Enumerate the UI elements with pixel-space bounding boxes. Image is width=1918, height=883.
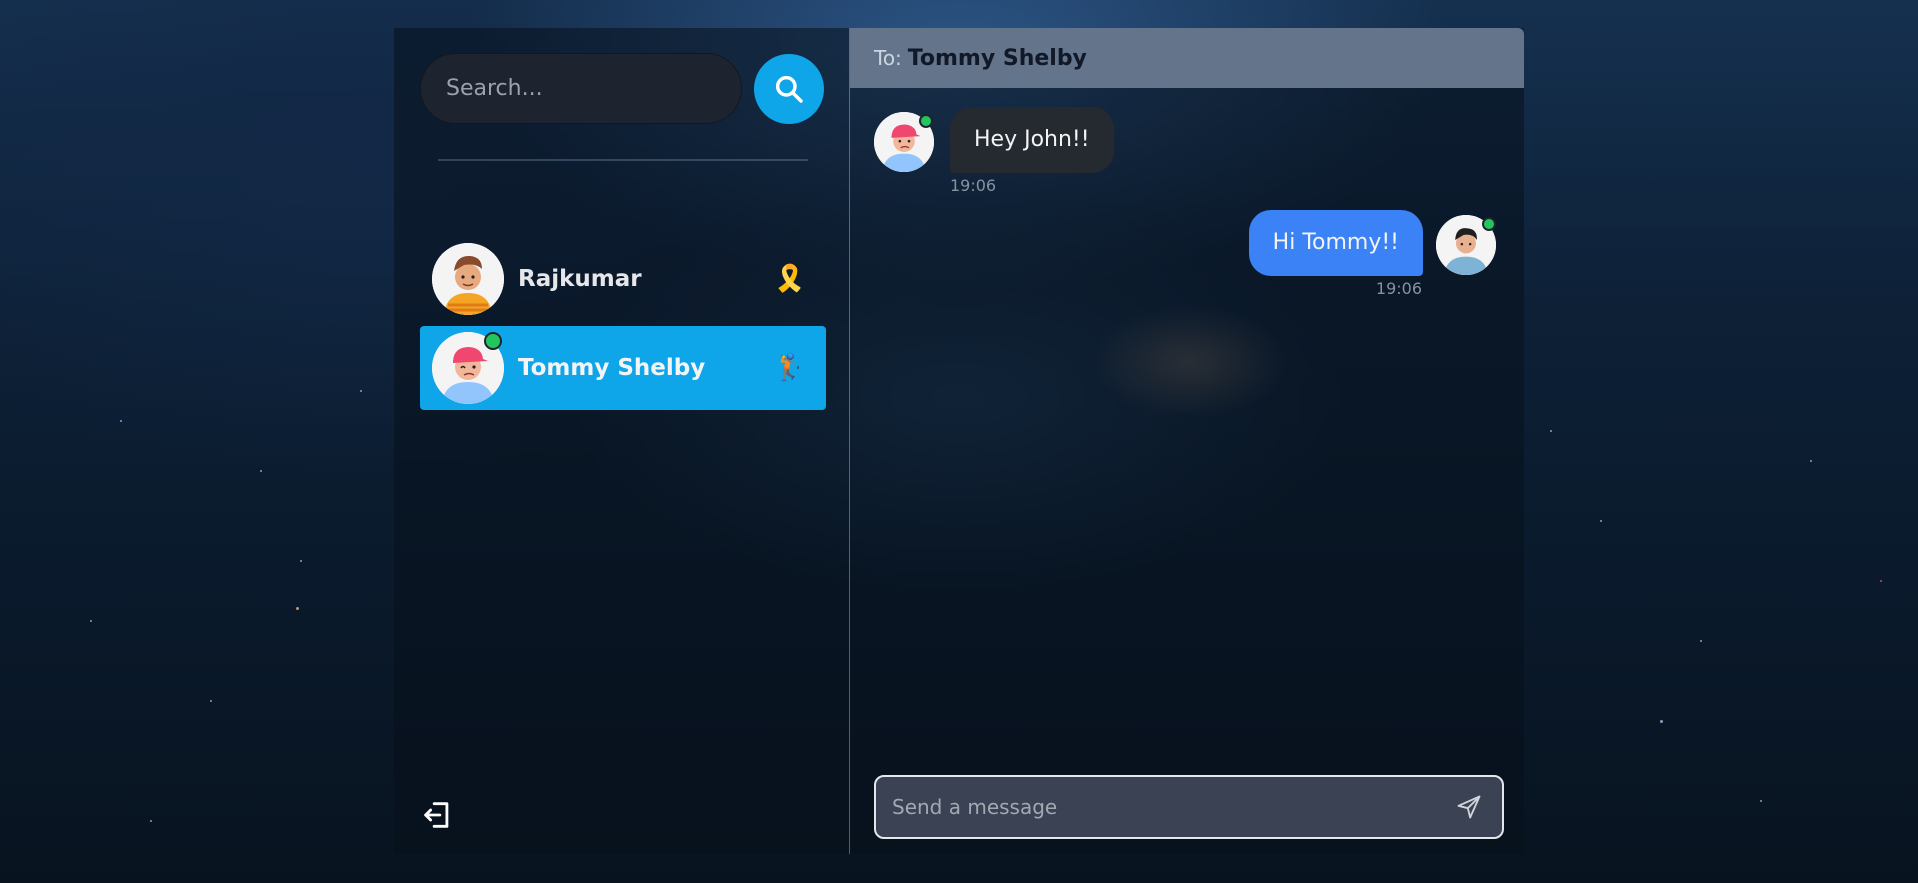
avatar <box>432 332 504 404</box>
message-composer <box>874 775 1504 839</box>
logout-button[interactable] <box>420 798 454 832</box>
contact-name: Rajkumar <box>518 266 642 292</box>
sidebar: Rajkumar 🎗️ Tommy Shelby 🏌️ <box>394 28 849 854</box>
chat-app: Rajkumar 🎗️ Tommy Shelby 🏌️ <box>394 28 1524 854</box>
avatar <box>432 243 504 315</box>
message-time: 19:06 <box>1375 279 1422 298</box>
logout-icon <box>424 802 449 828</box>
message-bubble-outgoing: Hi Tommy!! <box>1248 210 1423 276</box>
send-icon <box>1457 795 1481 819</box>
online-indicator <box>1482 217 1496 231</box>
user-avatar <box>1436 215 1496 275</box>
search-input[interactable] <box>444 75 718 102</box>
chat-panel: To: Tommy Shelby Hey John!! 19:06 Hi Tom… <box>850 28 1524 854</box>
message-time: 19:06 <box>950 176 997 195</box>
message-bubble-incoming: Hey John!! <box>950 107 1114 173</box>
message-input[interactable] <box>890 794 1452 820</box>
ribbon-icon: 🎗️ <box>773 264 806 294</box>
send-button[interactable] <box>1452 790 1486 824</box>
recipient-name: Tommy Shelby <box>907 45 1087 71</box>
search-icon <box>775 75 803 103</box>
search-button[interactable] <box>754 54 824 124</box>
sidebar-divider <box>438 159 808 161</box>
contact-name: Tommy Shelby <box>518 355 706 381</box>
contact-item-rajkumar[interactable]: Rajkumar 🎗️ <box>420 237 826 321</box>
sender-avatar <box>874 112 934 172</box>
to-label: To: <box>874 46 902 70</box>
contact-item-tommy-shelby[interactable]: Tommy Shelby 🏌️ <box>420 326 826 410</box>
golfer-icon: 🏌️ <box>773 353 806 383</box>
search-box <box>420 53 742 124</box>
chat-header: To: Tommy Shelby <box>850 28 1524 88</box>
online-indicator <box>484 332 502 350</box>
online-indicator <box>919 114 933 128</box>
